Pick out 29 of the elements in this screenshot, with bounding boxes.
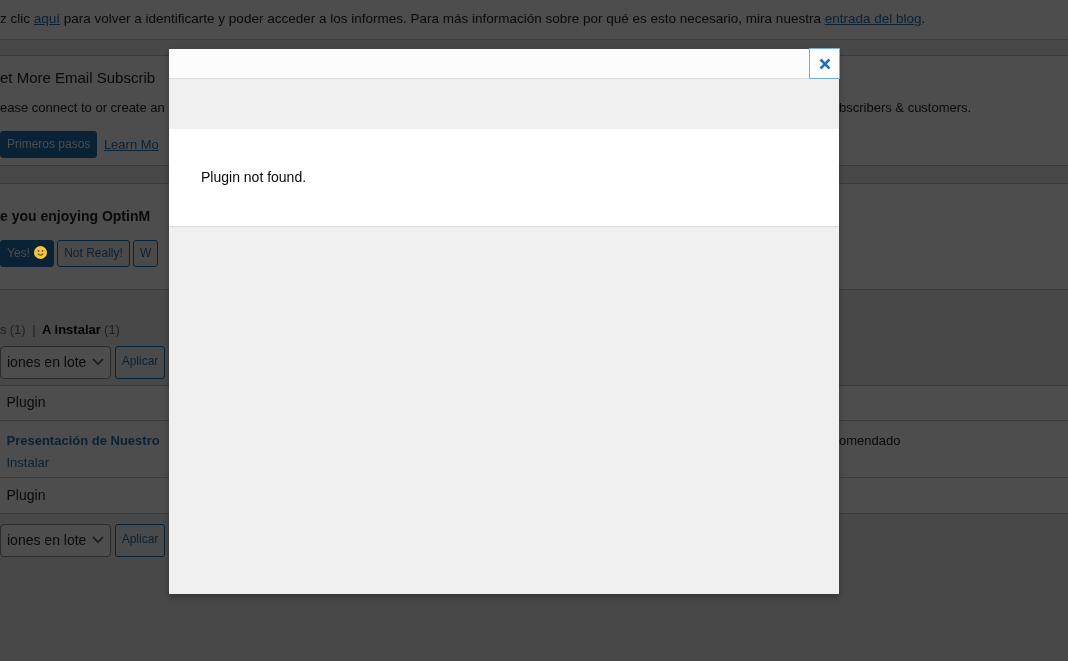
feedback-button[interactable]: Not Really! <box>57 239 130 268</box>
notice-text: z clic aquí para volver a identificarte y poder acceder a los informes. Para más información sobre por qué es esto necesario, mira nuestra entrada del blog. <box>0 10 926 29</box>
card-title: e you enjoying OptinM <box>0 206 152 226</box>
feedback-button[interactable]: W <box>133 239 159 268</box>
card-description: bscribers & customers. <box>839 100 972 115</box>
separator-text: | <box>32 321 36 339</box>
plugin-name-link[interactable]: Presentación de Nuestro <box>6 430 160 450</box>
apply-button[interactable]: Aplicar <box>114 345 166 379</box>
notice-link[interactable]: aquí <box>33 11 61 27</box>
card-title: et More Email Subscrib <box>0 70 157 85</box>
learn-more-link[interactable]: Learn Mo <box>103 134 159 155</box>
filter-link[interactable]: s <box>0 320 7 340</box>
close-icon <box>818 57 831 70</box>
bulk-actions-select[interactable]: iones en lote <box>0 523 112 557</box>
column-footer: Plugin <box>0 484 169 506</box>
install-link[interactable]: Instalar <box>6 453 50 473</box>
error-message: Plugin not found. <box>201 168 307 187</box>
apply-button[interactable]: Aplicar <box>114 523 166 557</box>
smiley-icon <box>33 245 47 259</box>
table-cell: omendado <box>839 432 901 448</box>
column-header: Plugin <box>5 393 47 412</box>
close-button[interactable] <box>809 48 840 79</box>
filter-link[interactable]: A instalar <box>42 320 101 340</box>
feedback-button[interactable]: Yes! <box>0 239 54 268</box>
card-description: ease connect to or create an <box>0 100 165 115</box>
chevron-down-icon <box>92 358 105 366</box>
chevron-down-icon <box>92 536 105 544</box>
primary-button[interactable]: Primeros pasos <box>0 130 98 159</box>
bulk-actions-select[interactable]: iones en lote <box>0 345 112 379</box>
